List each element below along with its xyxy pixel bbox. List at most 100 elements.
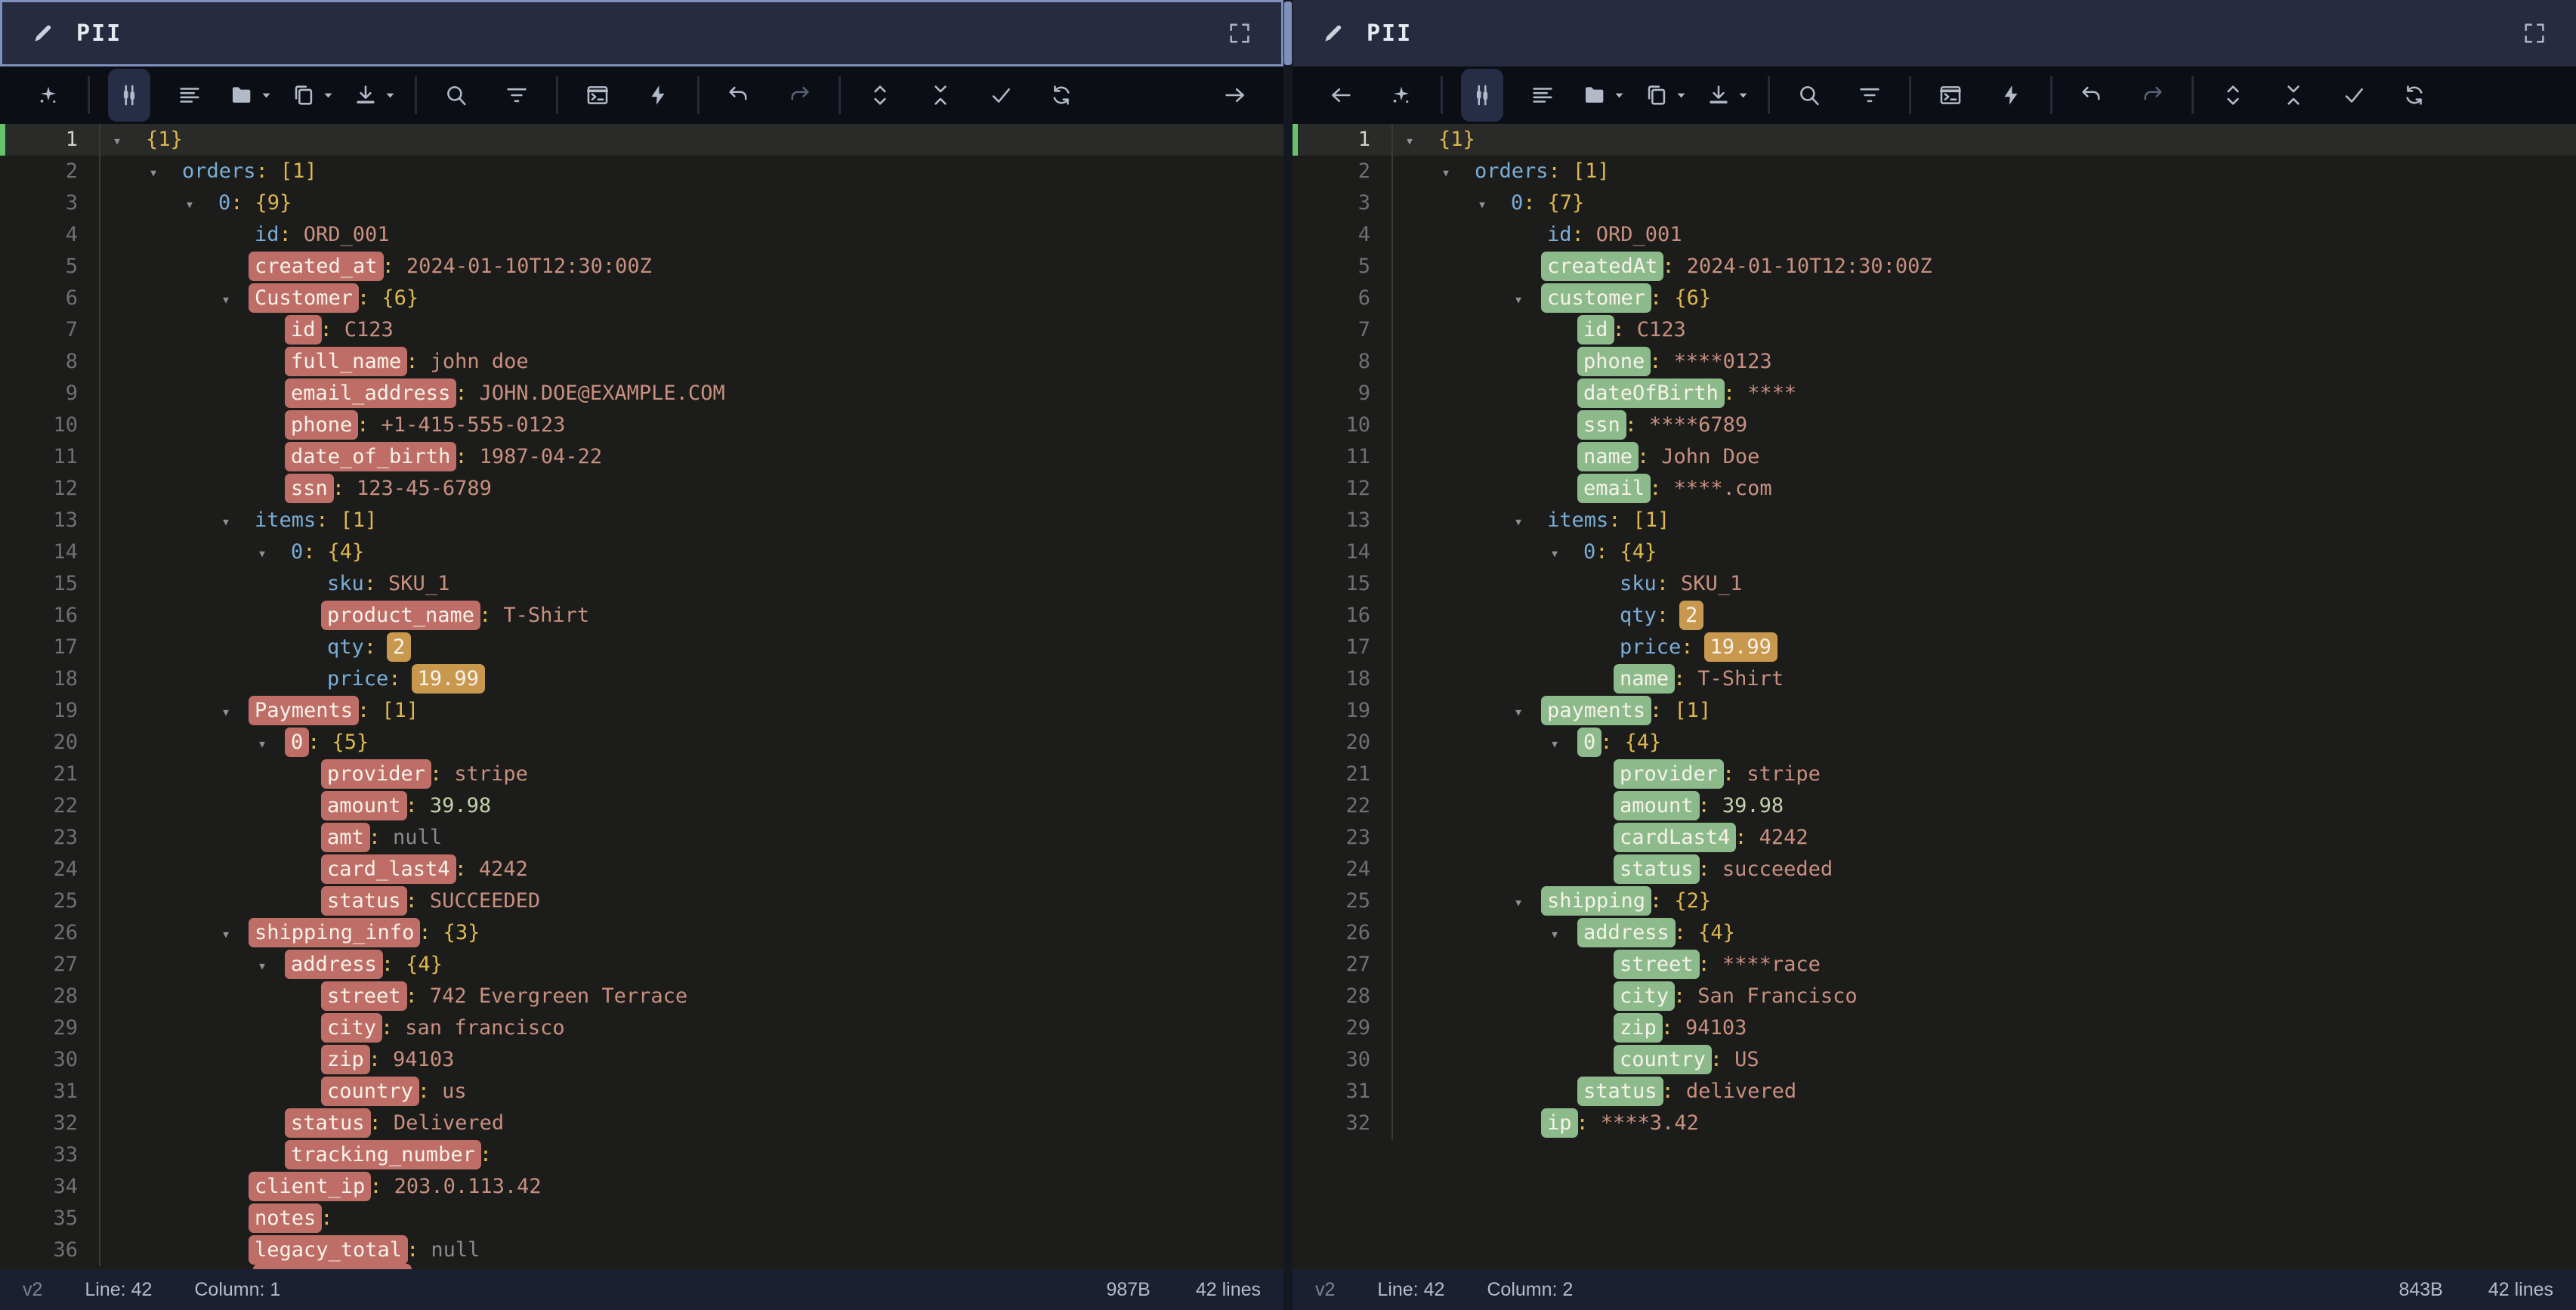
unfold-button[interactable] xyxy=(2212,71,2254,119)
panel-resize-divider[interactable] xyxy=(1283,0,1293,1310)
json-key-highlighted[interactable]: street xyxy=(321,981,407,1011)
json-key-highlighted[interactable]: ssn xyxy=(1577,410,1626,440)
json-value[interactable]: null xyxy=(393,826,442,849)
json-key-highlighted[interactable]: zip xyxy=(1614,1013,1663,1043)
json-key-highlighted[interactable]: zip xyxy=(321,1045,370,1074)
json-value[interactable]: null xyxy=(431,1238,480,1262)
bolt-button[interactable] xyxy=(637,71,679,119)
fold-arrow-icon[interactable]: ▾ xyxy=(149,156,182,188)
json-key[interactable]: sku xyxy=(327,572,364,595)
json-key-highlighted[interactable]: client_ip xyxy=(249,1172,371,1201)
arrow-right-button[interactable] xyxy=(1214,71,1256,119)
search-button[interactable] xyxy=(435,71,477,119)
json-key-highlighted[interactable]: cardLast4 xyxy=(1614,823,1736,852)
fold-arrow-icon[interactable]: ▾ xyxy=(221,505,255,537)
json-key[interactable]: orders xyxy=(182,159,256,183)
json-value[interactable]: John Doe xyxy=(1661,445,1759,468)
json-value[interactable]: +1-415-555-0123 xyxy=(381,413,566,437)
redo-button[interactable] xyxy=(2131,71,2173,119)
json-key[interactable]: sku xyxy=(1620,572,1657,595)
json-key-highlighted[interactable]: amt xyxy=(321,823,370,852)
json-value[interactable]: john doe xyxy=(431,350,529,373)
refresh-button[interactable] xyxy=(1040,71,1083,119)
fold-arrow-icon[interactable]: ▾ xyxy=(1478,188,1511,220)
json-value[interactable]: stripe xyxy=(1747,762,1821,786)
json-key-highlighted[interactable]: phone xyxy=(285,410,358,440)
fold-arrow-icon[interactable]: ▾ xyxy=(113,125,146,156)
json-key-highlighted[interactable]: country xyxy=(321,1077,419,1106)
json-value[interactable]: ORD_001 xyxy=(304,223,390,246)
json-key-highlighted[interactable]: address xyxy=(285,950,383,979)
json-value[interactable]: JOHN.DOE@EXAMPLE.COM xyxy=(480,382,725,405)
json-key-highlighted[interactable]: notes xyxy=(249,1203,322,1233)
tree-button[interactable] xyxy=(1461,69,1503,122)
json-value[interactable]: 2024-01-10T12:30:00Z xyxy=(406,255,652,278)
fold-arrow-icon[interactable]: ▾ xyxy=(258,537,291,569)
json-key-highlighted[interactable]: ssn xyxy=(285,474,334,503)
json-value[interactable]: us xyxy=(442,1080,467,1103)
json-key-highlighted[interactable]: phone xyxy=(1577,347,1651,376)
download-button[interactable] xyxy=(1706,71,1750,119)
json-key-highlighted[interactable]: id xyxy=(285,315,322,344)
json-value-highlighted[interactable]: 2 xyxy=(387,632,411,662)
json-key-highlighted[interactable]: created_at xyxy=(249,252,384,281)
sparkles-button[interactable] xyxy=(27,71,69,119)
fold-arrow-icon[interactable]: ▾ xyxy=(1441,156,1475,188)
undo-button[interactable] xyxy=(718,71,760,119)
json-value[interactable]: ****.com xyxy=(1674,477,1772,500)
json-value[interactable]: 2024-01-10T12:30:00Z xyxy=(1687,255,1932,278)
json-key[interactable]: qty xyxy=(1620,604,1657,627)
copy-button[interactable] xyxy=(291,71,335,119)
json-key-highlighted[interactable]: shipping xyxy=(1541,886,1651,916)
fullscreen-button[interactable] xyxy=(2522,20,2547,46)
json-value-highlighted[interactable]: 19.99 xyxy=(412,664,485,694)
json-key[interactable]: price xyxy=(327,667,388,691)
fold-button[interactable] xyxy=(919,71,962,119)
json-value[interactable]: 94103 xyxy=(393,1048,454,1071)
fold-arrow-icon[interactable]: ▾ xyxy=(1405,125,1438,156)
json-key-highlighted[interactable]: tracking_number xyxy=(285,1140,481,1169)
json-value[interactable]: **** xyxy=(1747,382,1796,405)
filter-button[interactable] xyxy=(1849,71,1891,119)
json-key-highlighted[interactable]: provider xyxy=(321,759,431,789)
json-key[interactable]: 0 xyxy=(291,540,303,564)
json-value[interactable]: C123 xyxy=(344,318,394,341)
terminal-button[interactable] xyxy=(576,71,619,119)
tree-button[interactable] xyxy=(108,69,150,122)
json-value[interactable]: T-Shirt xyxy=(1697,667,1784,691)
json-key[interactable]: id xyxy=(1547,223,1572,246)
json-key-highlighted[interactable]: 0 xyxy=(1577,728,1602,757)
json-value[interactable]: 1987-04-22 xyxy=(480,445,603,468)
json-key-highlighted[interactable]: amount xyxy=(1614,791,1700,820)
json-key-highlighted[interactable]: city xyxy=(1614,981,1675,1011)
json-key-highlighted[interactable]: status xyxy=(1614,854,1700,884)
json-key-highlighted[interactable]: name xyxy=(1577,442,1639,471)
json-value[interactable]: 203.0.113.42 xyxy=(394,1175,542,1198)
sparkles-button[interactable] xyxy=(1380,71,1422,119)
json-value[interactable]: Delivered xyxy=(394,1111,504,1135)
json-key-highlighted[interactable]: ip xyxy=(1541,1108,1578,1138)
fold-arrow-icon[interactable]: ▾ xyxy=(1550,537,1583,569)
json-key-highlighted[interactable]: Customer xyxy=(249,283,359,313)
check-button[interactable] xyxy=(980,71,1022,119)
json-value[interactable]: SUCCEEDED xyxy=(430,889,540,913)
json-key[interactable]: 0 xyxy=(1583,540,1595,564)
json-value[interactable]: stripe xyxy=(454,762,528,786)
json-value[interactable]: SKU_1 xyxy=(388,572,449,595)
json-value[interactable]: san francisco xyxy=(405,1016,564,1040)
json-value[interactable]: 4242 xyxy=(1759,826,1808,849)
json-key-highlighted[interactable]: country xyxy=(1614,1045,1712,1074)
json-key-highlighted[interactable]: legacy_total xyxy=(249,1235,408,1265)
json-key[interactable]: id xyxy=(255,223,280,246)
terminal-button[interactable] xyxy=(1929,71,1972,119)
divider-handle[interactable] xyxy=(1284,2,1292,65)
undo-button[interactable] xyxy=(2071,71,2113,119)
json-key-highlighted[interactable]: id xyxy=(1577,315,1614,344)
copy-button[interactable] xyxy=(1644,71,1688,119)
json-key-highlighted[interactable]: status xyxy=(321,886,407,916)
text-button[interactable] xyxy=(1521,71,1564,119)
json-key[interactable]: qty xyxy=(327,635,364,659)
json-key[interactable]: 0 xyxy=(1511,191,1523,215)
check-button[interactable] xyxy=(2333,71,2375,119)
json-key-highlighted[interactable]: full_name xyxy=(285,347,407,376)
